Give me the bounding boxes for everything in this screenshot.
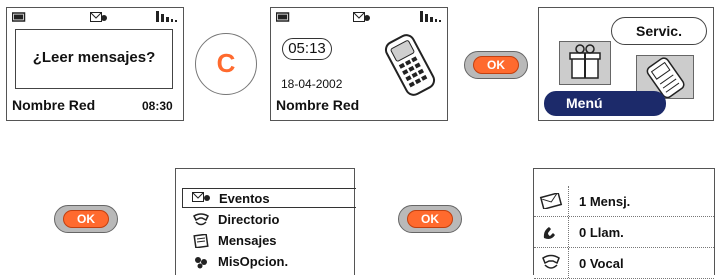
menu-tab[interactable]: Menú	[544, 91, 666, 116]
menu-item-label: Eventos	[219, 190, 270, 206]
network-name: Nombre Red	[12, 97, 96, 113]
clear-button-label: C	[216, 48, 236, 78]
menu-item-label: Mensajes	[218, 233, 277, 248]
battery-icon	[276, 12, 290, 22]
menu-item-directorio[interactable]: Directorio	[182, 209, 354, 230]
phone-call-icon	[534, 217, 569, 247]
clock-time: 05:13	[288, 40, 326, 57]
messages-icon	[190, 233, 212, 248]
ok-button[interactable]: OK	[54, 205, 118, 233]
network-name: Nombre Red	[276, 97, 360, 113]
options-icon	[190, 255, 212, 269]
menu-list-screen: Eventos Directorio Mensajes MisOpcion.	[175, 168, 356, 275]
menu-item-misopcion[interactable]: MisOpcion.	[182, 251, 354, 272]
envelope-icon	[90, 12, 107, 22]
services-tab-label: Servic.	[636, 23, 682, 39]
menu-item-label: Directorio	[218, 212, 280, 227]
message-prompt-box[interactable]: ¿Leer mensajes?	[15, 29, 173, 89]
services-gift-icon-box	[559, 41, 611, 85]
ok-button[interactable]: OK	[464, 51, 528, 79]
envelope-icon	[353, 12, 370, 22]
message-icon	[534, 186, 569, 216]
ok-button-label: OK	[473, 56, 519, 74]
signal-strength-icon	[156, 11, 177, 22]
event-item-label: 0 Vocal	[579, 255, 624, 271]
voicemail-icon	[534, 248, 569, 278]
ok-button[interactable]: OK	[398, 205, 462, 233]
gift-icon	[569, 44, 601, 79]
main-menu-screen: Servic. Menú	[538, 7, 714, 121]
battery-icon	[12, 12, 26, 22]
signal-strength-icon	[420, 11, 441, 22]
idle-screen-clock: 05:13 18-04-2002 Nombre Red	[270, 7, 448, 121]
services-tab[interactable]: Servic.	[611, 17, 707, 45]
time-label: 08:30	[142, 99, 173, 113]
menu-item-mensajes[interactable]: Mensajes	[182, 230, 354, 251]
menu-item-label: MisOpcion.	[218, 254, 289, 269]
menu-tab-label: Menú	[566, 95, 603, 111]
message-prompt-text: ¿Leer mensajes?	[32, 49, 156, 66]
menu-item-eventos[interactable]: Eventos	[182, 188, 356, 208]
directory-icon	[190, 212, 212, 227]
ok-button-label: OK	[63, 210, 109, 228]
event-item-label: 1 Mensj.	[579, 193, 631, 209]
clear-button[interactable]: C	[195, 33, 257, 95]
clock-display: 05:13	[282, 38, 332, 60]
events-list-screen: 1 Mensj. 0 Llam. 0 Vocal	[533, 168, 715, 279]
idle-screen-message-prompt: ¿Leer mensajes? Nombre Red 08:30	[6, 7, 184, 121]
event-item-messages[interactable]: 1 Mensj.	[534, 186, 714, 217]
events-icon	[191, 192, 213, 204]
event-item-voicemail[interactable]: 0 Vocal	[534, 248, 714, 279]
date-label: 18-04-2002	[281, 77, 343, 91]
event-item-calls[interactable]: 0 Llam.	[534, 217, 714, 248]
event-item-label: 0 Llam.	[579, 224, 624, 240]
ok-button-label: OK	[407, 210, 453, 228]
mobile-phone-icon	[384, 34, 436, 96]
